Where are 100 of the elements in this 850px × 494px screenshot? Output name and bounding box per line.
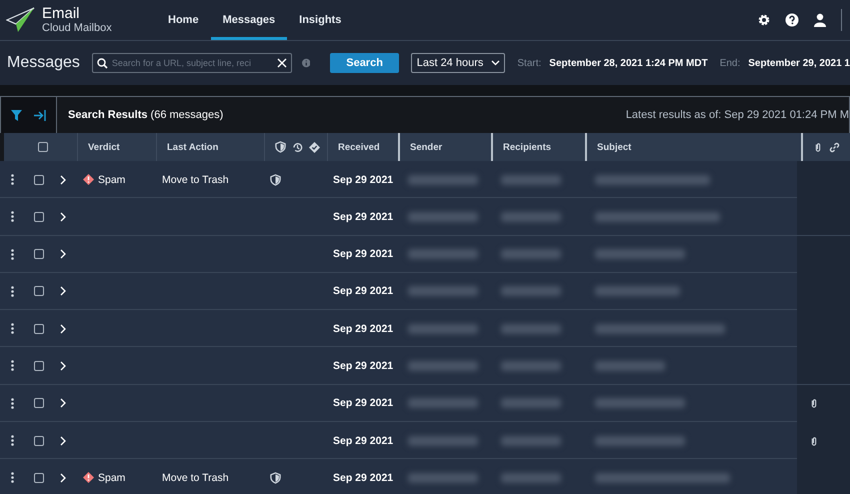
verdict-text: Spam xyxy=(98,174,126,186)
warning-diamond-icon xyxy=(83,174,94,185)
table-row[interactable]: Sep 29 2021 xyxy=(0,347,850,385)
row-checkbox[interactable] xyxy=(34,286,44,296)
select-all-checkbox[interactable] xyxy=(38,142,48,152)
table-row[interactable]: Sep 29 2021 xyxy=(0,422,850,460)
verdict-text: Spam xyxy=(98,472,126,484)
redacted-text xyxy=(501,398,561,408)
redacted-text xyxy=(408,360,478,371)
redacted-text xyxy=(408,436,478,446)
row-checkbox[interactable] xyxy=(34,212,44,222)
shield-icon xyxy=(275,141,286,153)
attachment-cell xyxy=(797,161,850,198)
table-row[interactable]: Spam Move to Trash Sep 29 2021 xyxy=(0,459,850,494)
received-date: Sep 29 2021 xyxy=(332,397,394,410)
search-button[interactable]: Search xyxy=(330,53,399,73)
attachment-cell xyxy=(797,198,850,236)
expand-chevron-icon[interactable] xyxy=(60,360,66,371)
results-title: Search Results (66 messages) xyxy=(68,109,224,121)
table-row[interactable]: Sep 29 2021 xyxy=(0,272,850,310)
history-icon xyxy=(292,142,303,152)
redacted-text xyxy=(408,398,478,408)
time-range-dropdown[interactable]: Last 24 hours xyxy=(410,53,506,73)
help-icon[interactable] xyxy=(785,13,799,27)
paperclip-icon xyxy=(813,141,823,153)
last-action-text: Move to Trash xyxy=(162,174,229,186)
redacted-text xyxy=(501,472,561,483)
more-options-icon[interactable] xyxy=(11,286,14,297)
attachment-cell xyxy=(797,347,850,384)
more-options-icon[interactable] xyxy=(11,174,14,185)
info-icon xyxy=(302,58,310,68)
end-date: September 29, 2021 1 xyxy=(748,58,850,68)
row-checkbox[interactable] xyxy=(34,249,44,260)
redacted-text xyxy=(408,174,478,184)
row-checkbox[interactable] xyxy=(34,436,44,446)
app-title: Email xyxy=(42,6,81,22)
redacted-text xyxy=(501,436,561,446)
table-row[interactable]: Sep 29 2021 xyxy=(0,384,850,422)
row-checkbox[interactable] xyxy=(34,398,44,408)
redacted-text xyxy=(501,324,561,334)
more-options-icon[interactable] xyxy=(11,323,14,334)
redacted-text xyxy=(408,286,478,296)
more-options-icon[interactable] xyxy=(11,398,14,409)
link-icon xyxy=(829,142,840,152)
more-options-icon[interactable] xyxy=(11,472,14,484)
last-action-text: Move to Trash xyxy=(162,472,229,484)
paper-plane-icon xyxy=(6,6,36,34)
badge-check-icon xyxy=(309,142,320,152)
clear-icon[interactable] xyxy=(276,58,287,68)
expand-chevron-icon[interactable] xyxy=(60,436,66,446)
search-field[interactable]: Search for a URL, subject line, reci xyxy=(92,53,292,73)
redacted-text xyxy=(501,174,561,184)
redacted-text xyxy=(501,212,561,222)
received-date: Sep 29 2021 xyxy=(332,174,394,186)
page-title: Messages xyxy=(7,54,80,72)
redacted-text xyxy=(595,360,665,371)
filter-icon[interactable] xyxy=(11,110,22,120)
start-label: Start: xyxy=(517,58,542,68)
received-date: Sep 29 2021 xyxy=(332,360,394,372)
received-date: Sep 29 2021 xyxy=(332,434,394,447)
settings-icon[interactable] xyxy=(757,13,771,27)
attachment-cell xyxy=(797,236,850,273)
expand-chevron-icon[interactable] xyxy=(60,398,66,408)
more-options-icon[interactable] xyxy=(11,211,14,222)
chevron-down-icon xyxy=(491,60,500,66)
row-checkbox[interactable] xyxy=(34,472,44,483)
expand-chevron-icon[interactable] xyxy=(60,324,66,334)
expand-chevron-icon[interactable] xyxy=(60,472,66,483)
user-icon[interactable] xyxy=(813,13,827,27)
table-row[interactable]: Spam Move to Trash Sep 29 2021 xyxy=(0,161,850,198)
search-icon xyxy=(96,58,108,68)
table-row[interactable]: Sep 29 2021 xyxy=(0,198,850,236)
expand-chevron-icon[interactable] xyxy=(60,249,66,260)
received-date: Sep 29 2021 xyxy=(332,210,394,223)
start-date: September 28, 2021 1:24 PM MDT xyxy=(549,58,708,68)
more-options-icon[interactable] xyxy=(11,435,14,446)
received-date: Sep 29 2021 xyxy=(332,285,394,298)
row-checkbox[interactable] xyxy=(34,360,44,371)
warning-diamond-icon xyxy=(83,472,94,484)
table-row[interactable]: Sep 29 2021 xyxy=(0,310,850,348)
redacted-text xyxy=(501,249,561,260)
collapse-icon[interactable] xyxy=(34,110,46,120)
expand-chevron-icon[interactable] xyxy=(60,174,66,184)
received-date: Sep 29 2021 xyxy=(332,322,394,335)
nav-tab[interactable]: Home xyxy=(156,0,211,40)
nav-tab[interactable]: Insights xyxy=(287,0,354,40)
row-checkbox[interactable] xyxy=(34,174,44,184)
redacted-text xyxy=(408,212,478,222)
more-options-icon[interactable] xyxy=(11,248,14,260)
app-subtitle: Cloud Mailbox xyxy=(42,22,112,34)
more-options-icon[interactable] xyxy=(11,360,14,372)
row-checkbox[interactable] xyxy=(34,324,44,334)
redacted-text xyxy=(408,324,478,334)
table-row[interactable]: Sep 29 2021 xyxy=(0,236,850,273)
redacted-text xyxy=(501,360,561,371)
received-date: Sep 29 2021 xyxy=(332,472,394,484)
end-label: End: xyxy=(720,58,740,68)
expand-chevron-icon[interactable] xyxy=(60,286,66,296)
attachment-cell xyxy=(797,459,850,494)
expand-chevron-icon[interactable] xyxy=(60,212,66,222)
